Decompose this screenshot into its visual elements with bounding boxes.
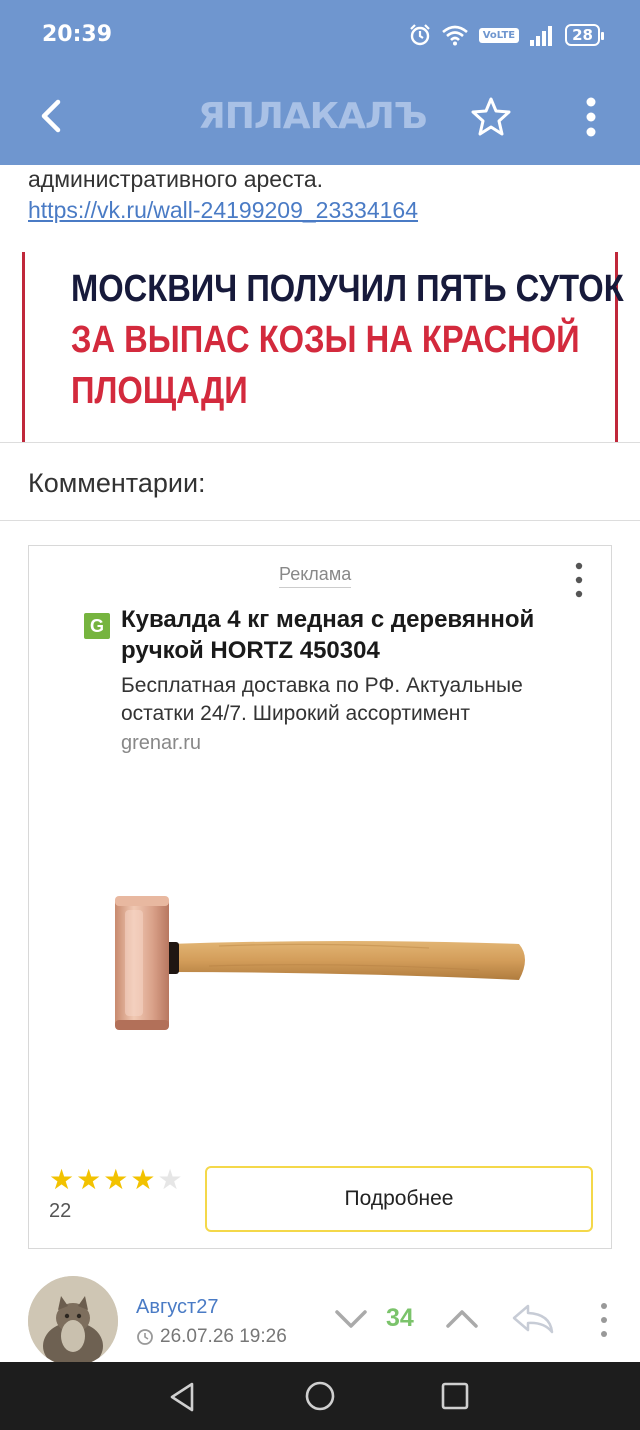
divider [0,520,640,521]
star-filled-icon: ★ [103,1164,129,1195]
back-arrow-icon[interactable] [30,94,74,138]
star-empty-icon: ★ [157,1164,183,1195]
ad-block[interactable]: Реклама G Кувалда 4 кг медная с деревянн… [28,545,612,1249]
star-icon[interactable] [468,94,514,140]
ad-menu-icon[interactable] [567,560,591,600]
battery-indicator: 28 [565,24,604,46]
status-time: 20:39 [42,22,113,47]
status-bar: 20:39 VoLTE 28 [0,0,640,72]
ad-domain: grenar.ru [121,732,202,754]
alarm-icon [409,24,430,46]
volte-badge: VoLTE [478,27,520,43]
star-filled-icon: ★ [76,1164,102,1195]
app-header: 20:39 VoLTE 28 ЯПЛАКАЛЪ [0,0,640,165]
vote-up-icon[interactable] [444,1306,480,1332]
signal-icon [530,26,553,46]
system-back-icon[interactable] [166,1380,200,1414]
nav-bar: ЯПЛАКАЛЪ [0,80,640,160]
comment-menu-icon[interactable] [592,1300,616,1340]
avatar[interactable] [28,1276,118,1366]
reply-icon[interactable] [510,1302,556,1336]
ad-label: Реклама [279,564,352,588]
comments-heading: Комментарии: [28,468,206,498]
divider [0,442,640,443]
status-icons: VoLTE 28 [409,20,604,50]
app-screen: 20:39 VoLTE 28 ЯПЛАКАЛЪ административног… [0,0,640,1430]
ad-rating-stars: ★ ★ ★ ★ ★ [49,1166,183,1194]
system-recents-icon[interactable] [440,1381,470,1411]
news-image: МОСКВИЧ ПОЛУЧИЛ ПЯТЬ СУТОК ЗА ВЫПАС КОЗЫ… [22,252,624,442]
headline-line-2: ЗА ВЫПАС КОЗЫ НА КРАСНОЙ [71,319,580,361]
star-filled-icon: ★ [130,1164,156,1195]
comment-date: 26.07.26 19:26 [136,1326,287,1348]
comment-author[interactable]: Август27 [136,1296,218,1319]
comment-score: 34 [386,1304,414,1332]
article-text: административного ареста. [28,166,324,192]
news-headline: МОСКВИЧ ПОЛУЧИЛ ПЯТЬ СУТОК ЗА ВЫПАС КОЗЫ… [71,264,624,417]
vote-down-icon[interactable] [333,1306,369,1332]
ad-rating-count: 22 [49,1200,72,1222]
ad-details-button[interactable]: Подробнее [205,1166,593,1232]
comment-item: Август27 26.07.26 19:26 34 [0,1262,640,1366]
more-menu-icon[interactable] [574,94,608,140]
wifi-icon [441,25,468,46]
headline-line-3: ПЛОЩАДИ [71,370,248,412]
clock-icon [137,1329,153,1345]
comment-date-text: 26.07.26 19:26 [160,1326,287,1347]
ad-description: Бесплатная доставка по РФ. Актуальные ос… [121,674,523,725]
cat-avatar-image [28,1276,118,1366]
system-home-icon[interactable] [303,1379,337,1413]
headline-line-1: МОСКВИЧ ПОЛУЧИЛ ПЯТЬ СУТОК [71,268,624,310]
ad-title[interactable]: Кувалда 4 кг медная с деревянной ручкой … [121,604,601,666]
system-nav-bar [0,1362,640,1430]
site-logo[interactable]: ЯПЛАКАЛЪ [198,96,428,137]
article-source-link[interactable]: https://vk.ru/wall-24199209_23334164 [28,197,418,224]
hammer-image[interactable] [99,876,539,1036]
star-filled-icon: ★ [49,1164,75,1195]
ad-favicon: G [84,613,110,639]
